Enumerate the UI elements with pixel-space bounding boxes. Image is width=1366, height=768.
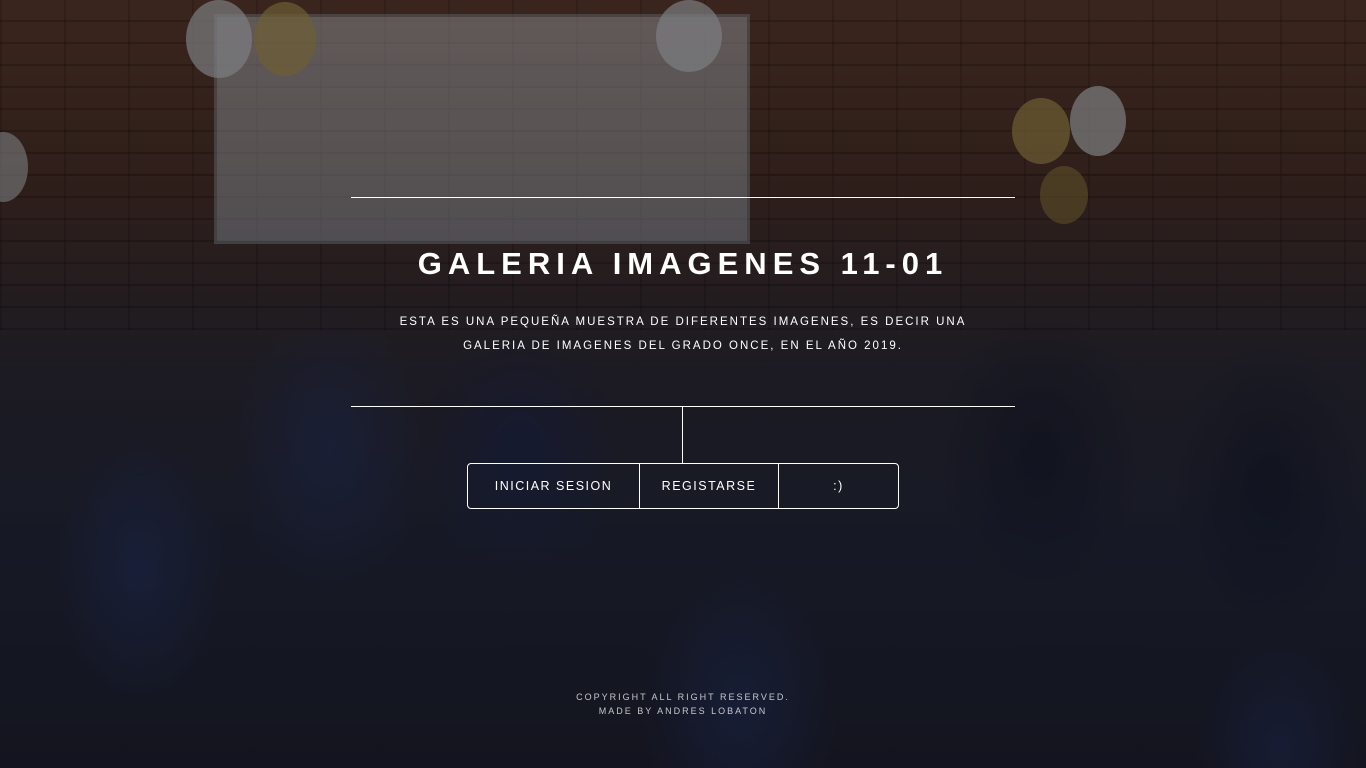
register-link[interactable]: REGISTARSE [639,464,778,508]
main-nav: INICIAR SESION REGISTARSE :) [467,463,899,509]
footer: COPYRIGHT ALL RIGHT RESERVED. MADE BY AN… [483,690,883,718]
divider-connector [682,406,683,463]
login-link[interactable]: INICIAR SESION [468,464,639,508]
hero-content: GALERIA IMAGENES 11-01 ESTA ES UNA PEQUE… [0,0,1366,768]
smiley-link[interactable]: :) [778,464,898,508]
divider-top [351,197,1015,198]
footer-copyright: COPYRIGHT ALL RIGHT RESERVED. [576,692,790,702]
page-title: GALERIA IMAGENES 11-01 [417,246,949,281]
divider-bottom [351,406,1015,407]
page-description: ESTA ES UNA PEQUEÑA MUESTRA DE DIFERENTE… [399,316,967,352]
footer-credit: MADE BY ANDRES LOBATON [598,706,768,716]
